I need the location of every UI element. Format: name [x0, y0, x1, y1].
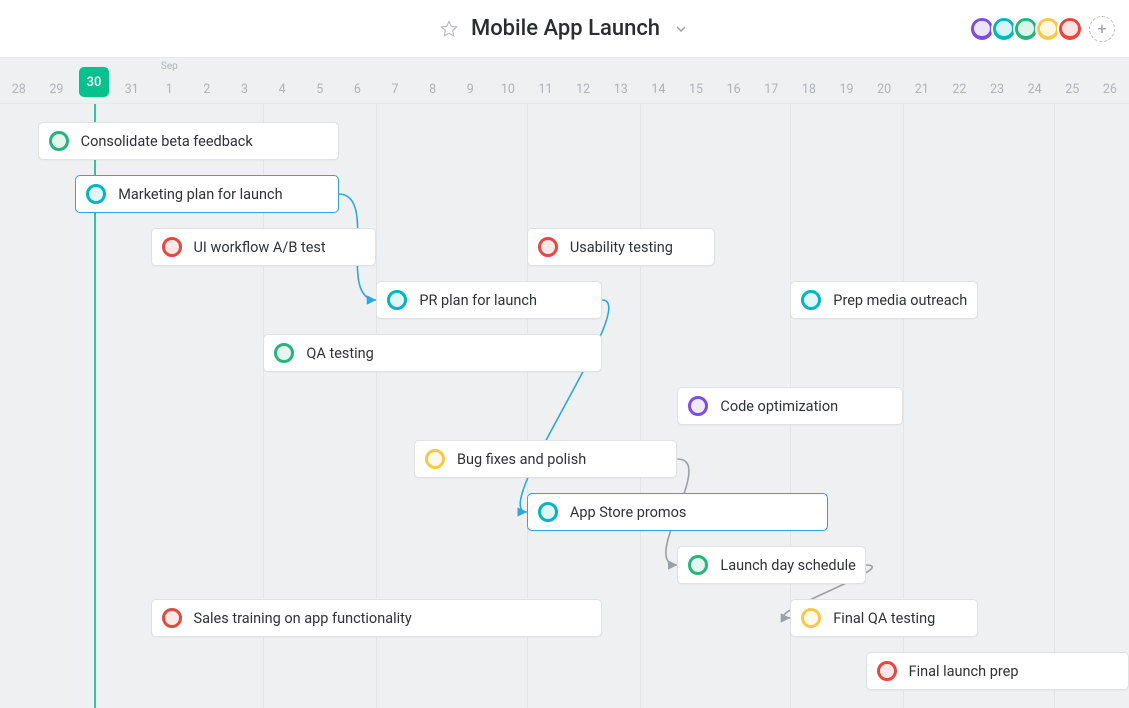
- date-cell[interactable]: 25: [1054, 58, 1092, 103]
- date-cell[interactable]: 15: [677, 58, 715, 103]
- task-app-store-promos[interactable]: App Store promos: [527, 493, 828, 531]
- date-cell[interactable]: 14: [640, 58, 678, 103]
- date-cell[interactable]: 16: [715, 58, 753, 103]
- date-cell[interactable]: 11: [527, 58, 565, 103]
- date-cell[interactable]: 24: [1016, 58, 1054, 103]
- month-label: Sep: [161, 61, 178, 72]
- date-cell[interactable]: 31: [113, 58, 151, 103]
- assignee-avatar: [875, 659, 899, 683]
- gridline: [640, 104, 641, 708]
- task-label: Sales training on app functionality: [194, 610, 412, 627]
- date-cell[interactable]: 30: [75, 58, 113, 103]
- date-cell[interactable]: 12: [564, 58, 602, 103]
- task-label: App Store promos: [570, 504, 687, 521]
- star-icon[interactable]: [439, 19, 459, 39]
- task-label: Consolidate beta feedback: [81, 133, 253, 150]
- date-cell[interactable]: 28: [0, 58, 38, 103]
- assignee-avatar: [84, 182, 108, 206]
- page-title: Mobile App Launch: [471, 16, 660, 41]
- date-cell[interactable]: 8: [414, 58, 452, 103]
- assignee-avatar: [47, 129, 71, 153]
- collaborator-avatar[interactable]: [1057, 16, 1083, 42]
- date-cell[interactable]: 3: [226, 58, 264, 103]
- collaborator-avatars: +: [969, 16, 1115, 42]
- date-cell[interactable]: 5: [301, 58, 339, 103]
- date-ruler: 282930311Sep2345678910111213141516171819…: [0, 58, 1129, 104]
- task-label: Usability testing: [570, 239, 673, 256]
- app-header: Mobile App Launch +: [0, 0, 1129, 58]
- task-label: UI workflow A/B test: [194, 239, 326, 256]
- assignee-avatar: [799, 606, 823, 630]
- assignee-avatar: [272, 341, 296, 365]
- header-title-group: Mobile App Launch: [439, 16, 690, 41]
- task-label: Bug fixes and polish: [457, 451, 586, 468]
- timeline-canvas[interactable]: Consolidate beta feedback Marketing plan …: [0, 104, 1129, 708]
- chevron-down-icon[interactable]: [672, 20, 690, 38]
- assignee-avatar: [536, 235, 560, 259]
- assignee-avatar: [686, 553, 710, 577]
- dependency-arrow: [520, 300, 609, 512]
- task-consolidate-beta-feedback[interactable]: Consolidate beta feedback: [38, 122, 339, 160]
- add-collaborator-button[interactable]: +: [1089, 16, 1115, 42]
- task-code-optimization[interactable]: Code optimization: [677, 387, 903, 425]
- date-cell[interactable]: 19: [828, 58, 866, 103]
- date-cell[interactable]: 23: [978, 58, 1016, 103]
- task-launch-day-schedule[interactable]: Launch day schedule: [677, 546, 865, 584]
- date-cell[interactable]: 22: [941, 58, 979, 103]
- task-sales-training[interactable]: Sales training on app functionality: [151, 599, 603, 637]
- task-label: Marketing plan for launch: [118, 186, 282, 203]
- assignee-avatar: [385, 288, 409, 312]
- assignee-avatar: [536, 500, 560, 524]
- task-final-launch-prep[interactable]: Final launch prep: [866, 652, 1129, 690]
- date-cell[interactable]: 13: [602, 58, 640, 103]
- date-cell[interactable]: 7: [376, 58, 414, 103]
- task-final-qa[interactable]: Final QA testing: [790, 599, 978, 637]
- assignee-avatar: [686, 394, 710, 418]
- gridline: [1054, 104, 1055, 708]
- date-cell[interactable]: 17: [753, 58, 791, 103]
- date-cell[interactable]: 1Sep: [151, 58, 189, 103]
- assignee-avatar: [799, 288, 823, 312]
- date-cell[interactable]: 4: [263, 58, 301, 103]
- task-label: Final QA testing: [833, 610, 935, 627]
- task-label: QA testing: [306, 345, 373, 362]
- task-prep-media[interactable]: Prep media outreach: [790, 281, 978, 319]
- date-cell[interactable]: 18: [790, 58, 828, 103]
- assignee-avatar: [160, 235, 184, 259]
- assignee-avatar: [423, 447, 447, 471]
- task-pr-plan[interactable]: PR plan for launch: [376, 281, 602, 319]
- date-cell[interactable]: 21: [903, 58, 941, 103]
- task-label: Final launch prep: [909, 663, 1019, 680]
- task-marketing-plan[interactable]: Marketing plan for launch: [75, 175, 338, 213]
- assignee-avatar: [160, 606, 184, 630]
- date-cell[interactable]: 26: [1091, 58, 1129, 103]
- task-qa-testing[interactable]: QA testing: [263, 334, 602, 372]
- date-cell[interactable]: 29: [38, 58, 76, 103]
- date-cell[interactable]: 6: [339, 58, 377, 103]
- date-cell[interactable]: 2: [188, 58, 226, 103]
- task-bug-fixes[interactable]: Bug fixes and polish: [414, 440, 677, 478]
- task-label: Code optimization: [720, 398, 838, 415]
- date-cell[interactable]: 20: [865, 58, 903, 103]
- task-ui-ab-test[interactable]: UI workflow A/B test: [151, 228, 377, 266]
- task-label: Prep media outreach: [833, 292, 967, 309]
- task-usability-testing[interactable]: Usability testing: [527, 228, 715, 266]
- date-cell[interactable]: 9: [452, 58, 490, 103]
- task-label: PR plan for launch: [419, 292, 537, 309]
- task-label: Launch day schedule: [720, 557, 855, 574]
- date-cell[interactable]: 10: [489, 58, 527, 103]
